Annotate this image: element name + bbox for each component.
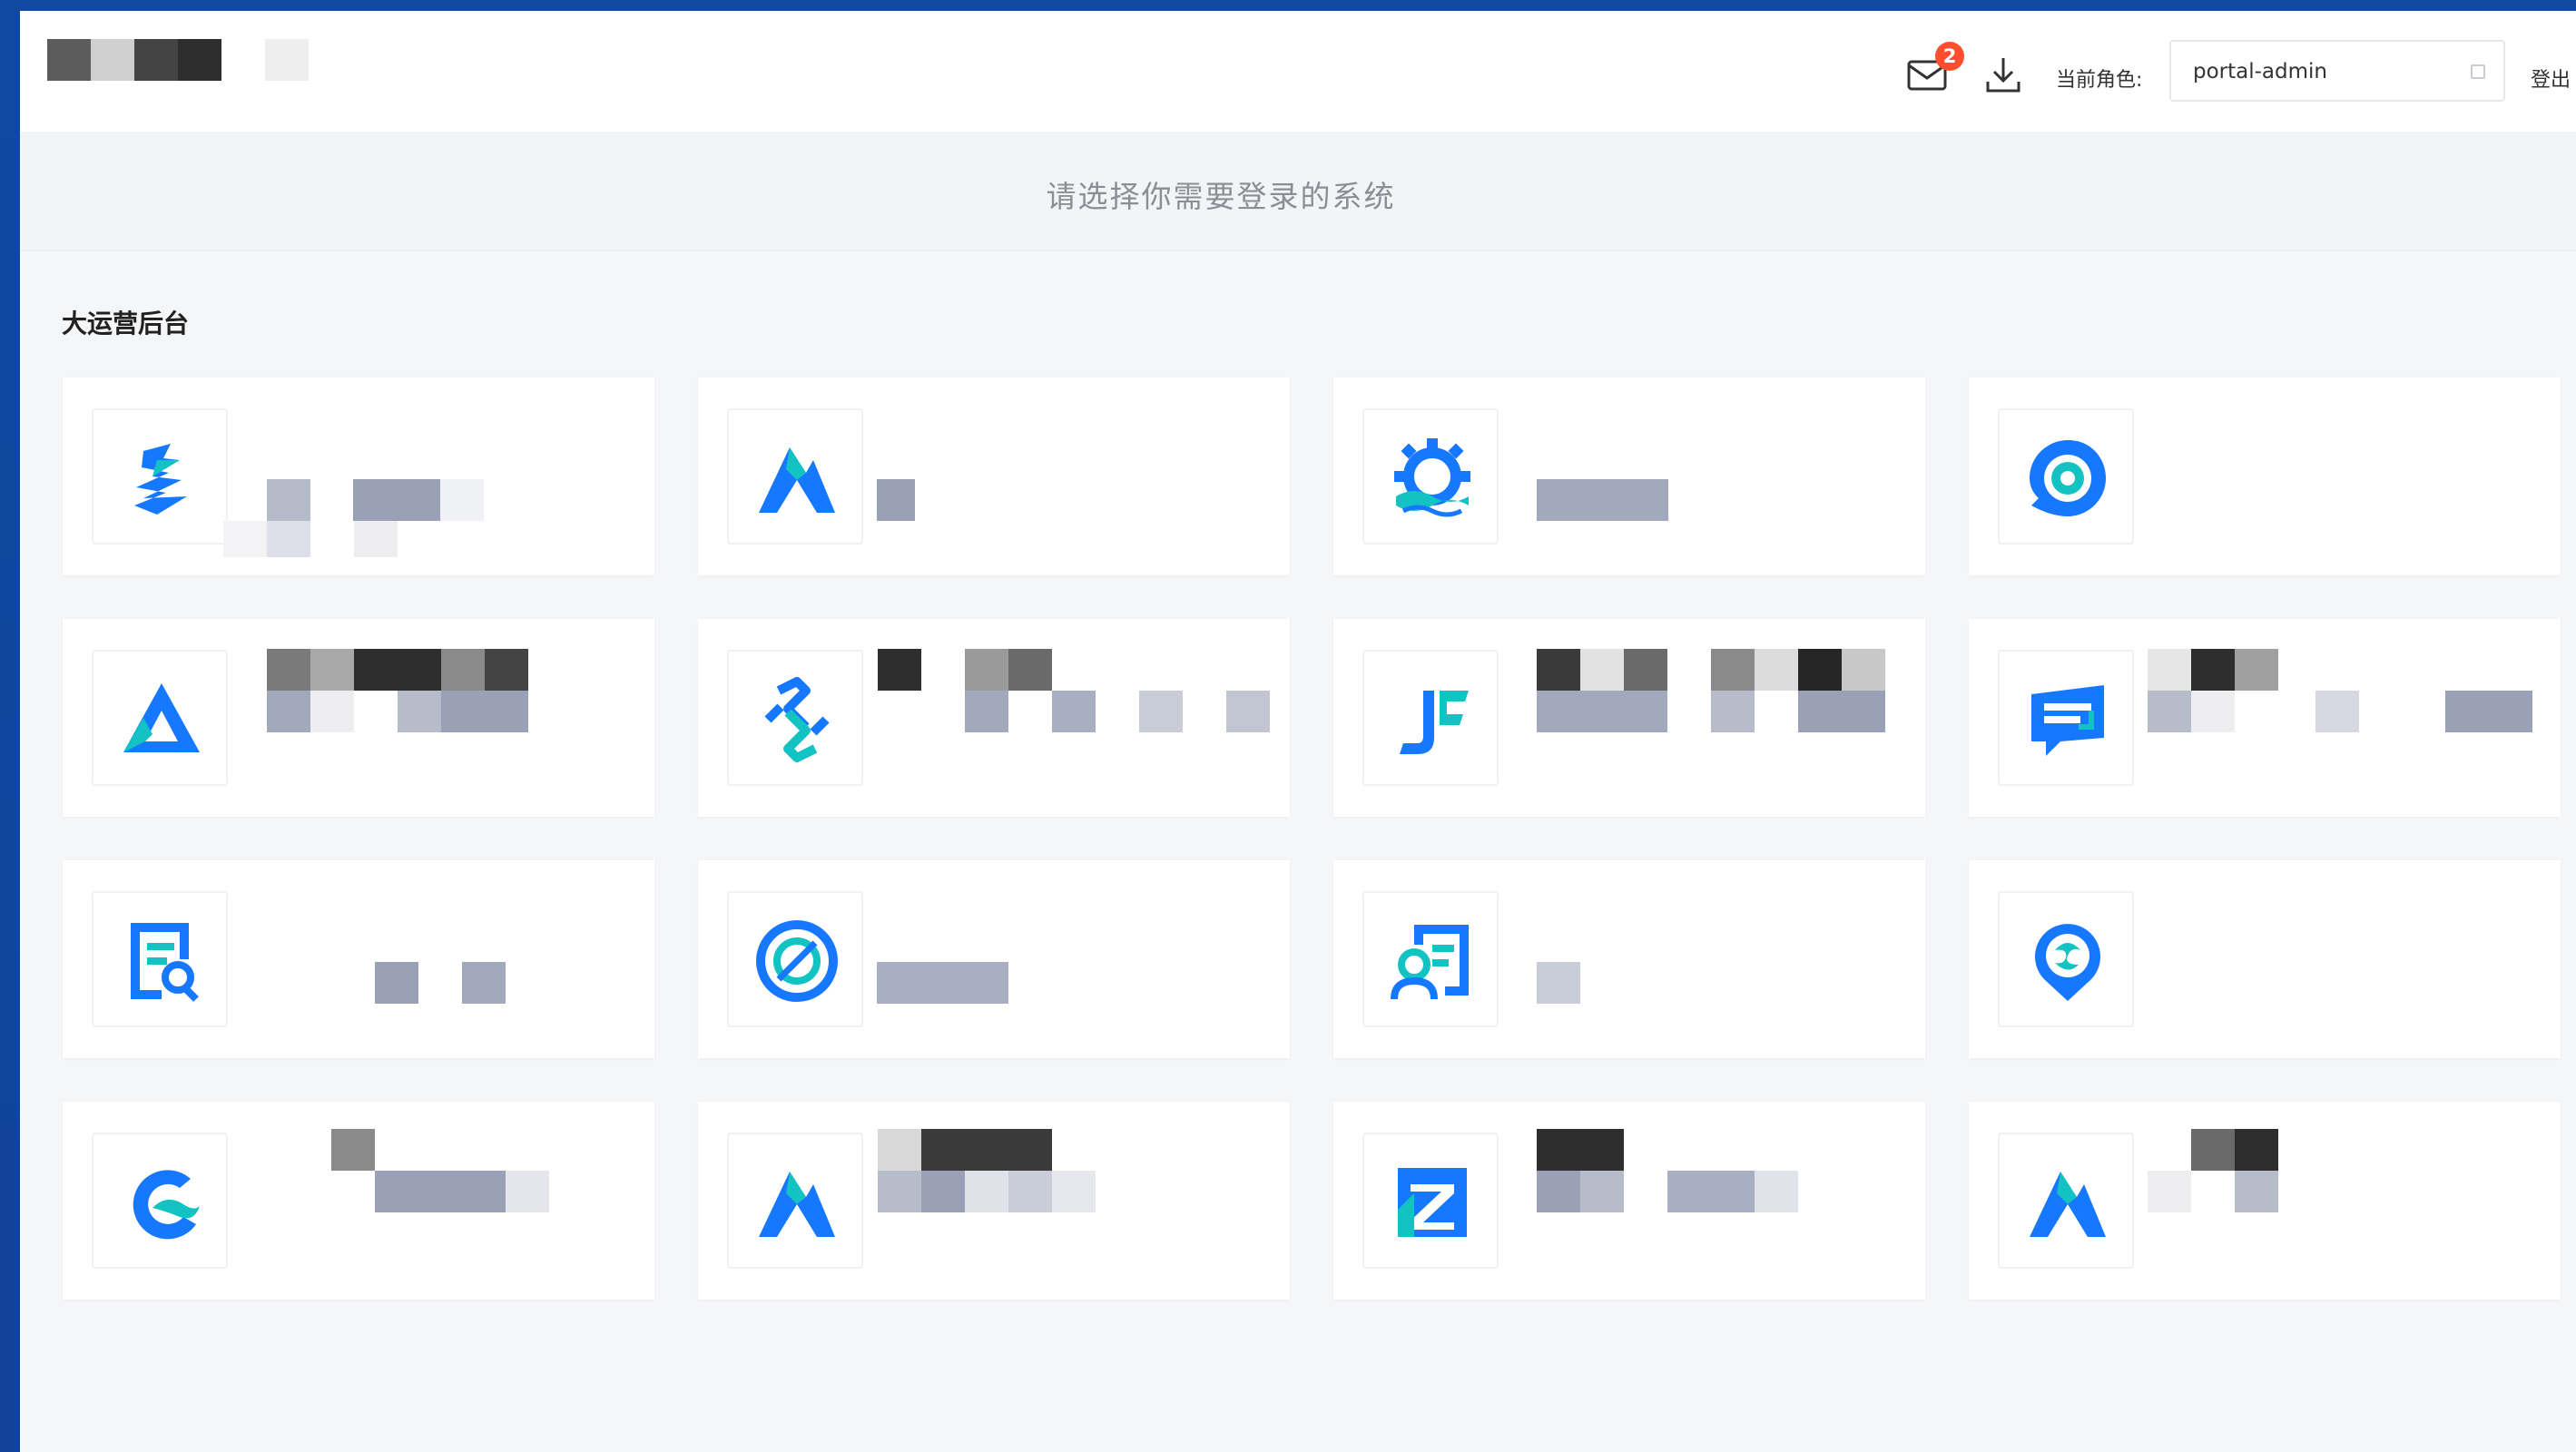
- system-card[interactable]: [698, 619, 1290, 817]
- page-subtitle: 请选择你需要登录的系统: [1046, 179, 1396, 214]
- system-card[interactable]: [63, 1102, 654, 1300]
- redacted-title: [63, 619, 654, 817]
- system-card[interactable]: [1333, 860, 1925, 1058]
- system-card[interactable]: [63, 860, 654, 1058]
- redacted-title: [63, 860, 654, 1058]
- subtitle-band: 请选择你需要登录的系统: [20, 132, 2576, 251]
- redacted-title: [1333, 1102, 1925, 1300]
- redacted-title: [1333, 619, 1925, 817]
- system-card[interactable]: [1333, 1102, 1925, 1300]
- notification-badge: 2: [1935, 42, 1964, 71]
- system-card[interactable]: [1969, 1102, 2561, 1300]
- system-card[interactable]: [1969, 619, 2561, 817]
- location-swirl-icon: [2035, 924, 2100, 1001]
- system-card[interactable]: [1969, 378, 2561, 575]
- logout-button[interactable]: 登出: [2531, 64, 2571, 93]
- redacted-title: [698, 378, 1290, 575]
- redacted-title: [63, 378, 654, 575]
- app-window: 2 当前角色: portal-admin 登出 请选择你需要登录的系统 大运营后…: [20, 11, 2576, 1452]
- system-card[interactable]: [63, 619, 654, 817]
- system-card[interactable]: [1969, 860, 2561, 1058]
- system-card[interactable]: [1333, 378, 1925, 575]
- role-label: 当前角色:: [2056, 69, 2143, 92]
- system-card[interactable]: [698, 860, 1290, 1058]
- redacted-title: [1969, 619, 2561, 817]
- role-select[interactable]: portal-admin: [2169, 40, 2505, 102]
- system-card[interactable]: [1333, 619, 1925, 817]
- redacted-title: [1333, 378, 1925, 575]
- chevron-down-icon: [2471, 64, 2485, 79]
- redacted-title: [698, 1102, 1290, 1300]
- system-card[interactable]: [698, 1102, 1290, 1300]
- system-card[interactable]: [63, 378, 654, 575]
- system-card[interactable]: [698, 378, 1290, 575]
- eye-target-icon: [2030, 440, 2106, 516]
- redacted-title: [1333, 860, 1925, 1058]
- redacted-title: [698, 860, 1290, 1058]
- redacted-title: [63, 1102, 654, 1300]
- redacted-title: [698, 619, 1290, 817]
- download-icon[interactable]: [1982, 53, 2024, 96]
- top-bar: 2 当前角色: portal-admin 登出: [20, 11, 2576, 132]
- brand-logo[interactable]: [47, 39, 221, 81]
- role-select-value: portal-admin: [2193, 60, 2327, 83]
- section-title: 大运营后台: [62, 309, 190, 338]
- brand-sub-logo: [265, 39, 309, 81]
- redacted-title: [1969, 1102, 2561, 1300]
